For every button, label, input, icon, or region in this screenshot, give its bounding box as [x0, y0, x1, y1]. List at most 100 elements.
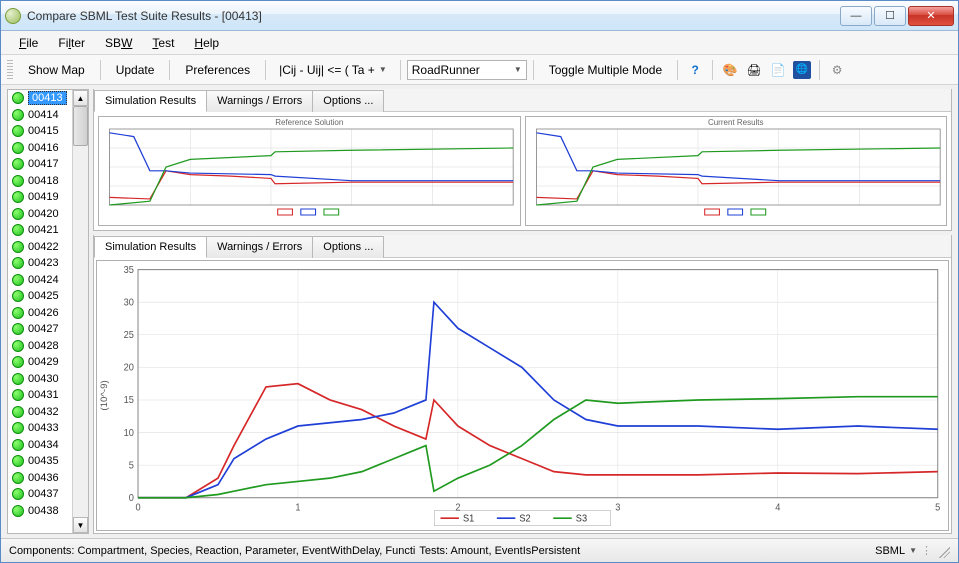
mini-charts-row: Reference Solution Current Results: [94, 112, 951, 230]
chevron-down-icon: ▼: [514, 65, 522, 74]
status-dot-icon: [12, 356, 24, 368]
list-item-label: 00436: [28, 472, 59, 484]
status-dot-icon: [12, 257, 24, 269]
status-dot-icon: [12, 373, 24, 385]
globe-icon[interactable]: 🌐: [793, 61, 811, 79]
status-dot-icon: [12, 224, 24, 236]
menu-file[interactable]: File: [9, 33, 48, 53]
tab-options[interactable]: Options ...: [312, 90, 384, 112]
status-dot-icon: [12, 109, 24, 121]
svg-text:3: 3: [615, 502, 620, 513]
separator: [533, 60, 534, 80]
status-dot-icon: [12, 191, 24, 203]
separator: [265, 60, 266, 80]
resize-grip[interactable]: [936, 544, 950, 558]
chevron-down-icon[interactable]: ▼: [909, 546, 917, 555]
menu-test[interactable]: Test: [142, 33, 184, 53]
toggle-multiple-button[interactable]: Toggle Multiple Mode: [540, 59, 671, 81]
list-item-label: 00418: [28, 175, 59, 187]
list-item-label: 00427: [28, 323, 59, 335]
formula-dropdown[interactable]: |Cij - Uij| <= ( Ta + ▼: [272, 59, 394, 81]
scrollbar[interactable]: ▲ ▼: [72, 90, 88, 533]
svg-text:20: 20: [124, 362, 134, 373]
bottom-panel: Simulation Results Warnings / Errors Opt…: [93, 235, 952, 534]
list-item-label: 00437: [28, 488, 59, 500]
svg-text:S1: S1: [463, 513, 474, 524]
list-item-label: 00428: [28, 340, 59, 352]
engine-select[interactable]: RoadRunner ▼: [407, 60, 527, 80]
list-item-label: 00419: [28, 191, 59, 203]
svg-text:4: 4: [775, 502, 780, 513]
preferences-button[interactable]: Preferences: [176, 59, 259, 81]
separator: [712, 60, 713, 80]
list-item-label: 00435: [28, 455, 59, 467]
status-dot-icon: [12, 439, 24, 451]
list-item-label: 00430: [28, 373, 59, 385]
svg-text:10: 10: [124, 428, 134, 439]
svg-text:5: 5: [129, 460, 134, 471]
status-dot-icon: [12, 406, 24, 418]
tab-warnings-errors[interactable]: Warnings / Errors: [206, 236, 313, 258]
status-dot-icon: [12, 142, 24, 154]
menu-filter[interactable]: Filter: [48, 33, 95, 53]
status-sep: ⋮: [921, 544, 932, 557]
list-item-label: 00413: [28, 91, 67, 105]
status-dot-icon: [12, 208, 24, 220]
minimize-button[interactable]: —: [840, 6, 872, 26]
scroll-track[interactable]: [73, 106, 88, 517]
close-button[interactable]: ✕: [908, 6, 954, 26]
list-item-label: 00420: [28, 208, 59, 220]
svg-text:S2: S2: [519, 513, 530, 524]
bottom-tabstrip: Simulation Results Warnings / Errors Opt…: [94, 235, 951, 258]
statusbar: Components: Compartment, Species, Reacti…: [1, 538, 958, 562]
list-item-label: 00423: [28, 257, 59, 269]
tab-options[interactable]: Options ...: [312, 236, 384, 258]
list-item-label: 00414: [28, 109, 59, 121]
menu-sbw[interactable]: SBW: [95, 33, 142, 53]
status-dot-icon: [12, 175, 24, 187]
tab-simulation-results[interactable]: Simulation Results: [94, 90, 207, 112]
status-dot-icon: [12, 274, 24, 286]
scroll-up-button[interactable]: ▲: [73, 90, 88, 106]
scroll-thumb[interactable]: [73, 106, 88, 146]
list-item-label: 00429: [28, 356, 59, 368]
status-dot-icon: [12, 505, 24, 517]
list-item-label: 00433: [28, 422, 59, 434]
document-icon[interactable]: 📄: [769, 61, 787, 79]
difference-chart: 01234505101520253035(10^-9)S1S2S3: [96, 260, 949, 531]
maximize-button[interactable]: ☐: [874, 6, 906, 26]
list-item-label: 00422: [28, 241, 59, 253]
list-item-label: 00438: [28, 505, 59, 517]
help-icon[interactable]: ?: [686, 61, 704, 79]
status-dot-icon: [12, 472, 24, 484]
list-item-label: 00415: [28, 125, 59, 137]
scroll-down-button[interactable]: ▼: [73, 517, 88, 533]
list-item-label: 00431: [28, 389, 59, 401]
content-area: Simulation Results Warnings / Errors Opt…: [91, 85, 958, 538]
gear-icon[interactable]: ⚙: [828, 61, 846, 79]
svg-text:5: 5: [935, 502, 940, 513]
update-button[interactable]: Update: [107, 59, 164, 81]
mini-chart-title: Reference Solution: [99, 117, 520, 127]
svg-text:S3: S3: [576, 513, 587, 524]
list-item-label: 00425: [28, 290, 59, 302]
print-icon[interactable]: 🖨: [745, 61, 763, 79]
list-item-label: 00417: [28, 158, 59, 170]
toolbar-grip[interactable]: [7, 60, 13, 80]
status-dot-icon: [12, 158, 24, 170]
titlebar: Compare SBML Test Suite Results - [00413…: [1, 1, 958, 31]
status-right: SBML ▼ ⋮: [875, 544, 950, 558]
main-area: 0041300414004150041600417004180041900420…: [1, 85, 958, 538]
tab-simulation-results[interactable]: Simulation Results: [94, 236, 207, 258]
tab-warnings-errors[interactable]: Warnings / Errors: [206, 90, 313, 112]
svg-text:30: 30: [124, 297, 134, 308]
window-title: Compare SBML Test Suite Results - [00413…: [27, 9, 838, 23]
status-dot-icon: [12, 422, 24, 434]
show-map-button[interactable]: Show Map: [19, 59, 94, 81]
palette-icon[interactable]: 🎨: [721, 61, 739, 79]
mini-chart-title: Current Results: [526, 117, 947, 127]
status-dot-icon: [12, 455, 24, 467]
menu-help[interactable]: Help: [184, 33, 229, 53]
status-dot-icon: [12, 389, 24, 401]
top-panel: Simulation Results Warnings / Errors Opt…: [93, 89, 952, 231]
